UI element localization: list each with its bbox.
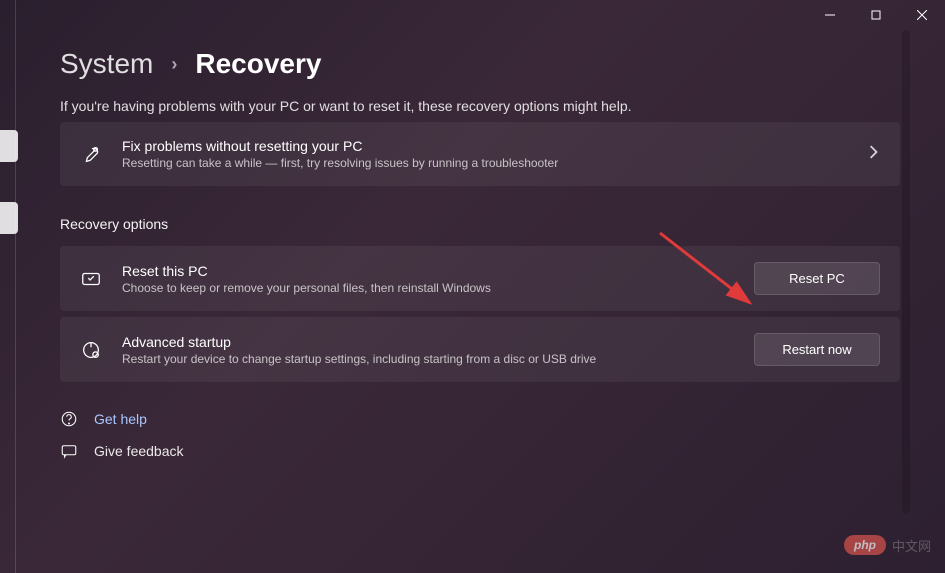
close-button[interactable] bbox=[899, 0, 945, 30]
reset-pc-button[interactable]: Reset PC bbox=[754, 262, 880, 295]
sidebar-tab[interactable] bbox=[0, 202, 18, 234]
reset-title: Reset this PC bbox=[122, 263, 734, 279]
reset-pc-card: Reset this PC Choose to keep or remove y… bbox=[60, 246, 900, 311]
watermark-text: 中文网 bbox=[892, 536, 931, 555]
page-subtitle: If you're having problems with your PC o… bbox=[60, 98, 900, 114]
troubleshoot-desc: Resetting can take a while — first, try … bbox=[122, 156, 846, 170]
restart-now-button[interactable]: Restart now bbox=[754, 333, 880, 366]
window-divider bbox=[15, 0, 16, 573]
get-help-label: Get help bbox=[94, 411, 147, 427]
give-feedback-label: Give feedback bbox=[94, 443, 184, 459]
chevron-right-icon: › bbox=[171, 54, 177, 75]
breadcrumb: System › Recovery bbox=[60, 48, 900, 80]
reset-icon bbox=[80, 268, 102, 290]
get-help-link[interactable]: Get help bbox=[60, 410, 900, 428]
scrollbar[interactable] bbox=[902, 30, 910, 513]
watermark: php 中文网 bbox=[844, 535, 931, 555]
give-feedback-link[interactable]: Give feedback bbox=[60, 442, 900, 460]
advanced-title: Advanced startup bbox=[122, 334, 734, 350]
chevron-right-icon bbox=[866, 145, 880, 164]
help-icon bbox=[60, 410, 78, 428]
breadcrumb-parent[interactable]: System bbox=[60, 48, 153, 80]
feedback-icon bbox=[60, 442, 78, 460]
minimize-button[interactable] bbox=[807, 0, 853, 30]
sidebar-tab[interactable] bbox=[0, 130, 18, 162]
power-gear-icon bbox=[80, 339, 102, 361]
maximize-button[interactable] bbox=[853, 0, 899, 30]
troubleshoot-card[interactable]: Fix problems without resetting your PC R… bbox=[60, 122, 900, 186]
advanced-desc: Restart your device to change startup se… bbox=[122, 352, 734, 366]
section-header: Recovery options bbox=[60, 216, 900, 232]
troubleshoot-title: Fix problems without resetting your PC bbox=[122, 138, 846, 154]
reset-desc: Choose to keep or remove your personal f… bbox=[122, 281, 734, 295]
advanced-startup-card: Advanced startup Restart your device to … bbox=[60, 317, 900, 382]
watermark-badge: php bbox=[844, 535, 886, 555]
page-title: Recovery bbox=[195, 48, 321, 80]
wrench-icon bbox=[80, 143, 102, 165]
